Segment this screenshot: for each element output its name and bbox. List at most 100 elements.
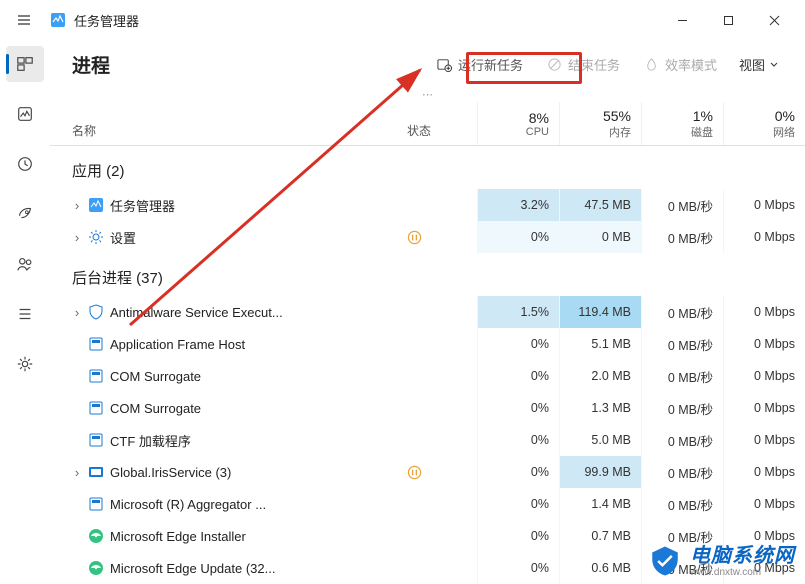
app-title: 任务管理器 xyxy=(74,11,139,30)
net-cell: 0 Mbps xyxy=(723,360,805,392)
net-cell: 0 Mbps xyxy=(723,189,805,221)
net-cell: 0 Mbps xyxy=(723,221,805,253)
sidebar xyxy=(0,40,50,584)
app-icon xyxy=(88,432,104,448)
cpu-cell: 0% xyxy=(477,328,559,360)
mem-pct: 55% xyxy=(603,108,631,124)
table-row[interactable]: Microsoft (R) Aggregator ...0%1.4 MB0 MB… xyxy=(50,488,805,520)
table-row[interactable]: Microsoft Edge Installer0%0.7 MB0 MB/秒0 … xyxy=(50,520,805,552)
disk-cell: 0 MB/秒 xyxy=(641,360,723,392)
mem-cell: 0 MB xyxy=(559,221,641,253)
disk-cell: 0 MB/秒 xyxy=(641,221,723,253)
end-task-button[interactable]: 结束任务 xyxy=(537,49,630,80)
name-cell: ›设置 xyxy=(50,228,407,247)
app-icon xyxy=(88,400,104,416)
sidebar-item-processes[interactable] xyxy=(6,46,44,82)
table-row[interactable]: COM Surrogate0%2.0 MB0 MB/秒0 Mbps xyxy=(50,360,805,392)
col-net[interactable]: 0% 网络 xyxy=(723,102,805,145)
status-cell xyxy=(407,230,477,245)
settings-icon xyxy=(88,229,104,245)
app-icon xyxy=(88,368,104,384)
process-name: Microsoft (R) Aggregator ... xyxy=(110,497,266,512)
col-cpu[interactable]: 8% CPU xyxy=(477,102,559,145)
cpu-cell: 3.2% xyxy=(477,189,559,221)
table-row[interactable]: ›Antimalware Service Execut...1.5%119.4 … xyxy=(50,296,805,328)
process-name: Application Frame Host xyxy=(110,337,245,352)
cpu-cell: 1.5% xyxy=(477,296,559,328)
table-row[interactable]: Microsoft Edge Update (32...0%0.6 MB0 MB… xyxy=(50,552,805,584)
table-row[interactable]: CTF 加载程序0%5.0 MB0 MB/秒0 Mbps xyxy=(50,424,805,456)
end-task-icon xyxy=(547,57,562,72)
sidebar-item-history[interactable] xyxy=(6,146,44,182)
group-header: 后台进程 (37) xyxy=(50,253,805,296)
name-cell: Microsoft (R) Aggregator ... xyxy=(50,496,407,512)
expand-caret[interactable]: › xyxy=(72,305,82,320)
edge-icon xyxy=(88,528,104,544)
name-cell: Microsoft Edge Update (32... xyxy=(50,560,407,576)
table-row[interactable]: Application Frame Host0%5.1 MB0 MB/秒0 Mb… xyxy=(50,328,805,360)
expand-caret[interactable]: › xyxy=(72,465,82,480)
sidebar-item-services[interactable] xyxy=(6,346,44,382)
sidebar-item-startup[interactable] xyxy=(6,196,44,232)
sidebar-item-users[interactable] xyxy=(6,246,44,282)
col-name[interactable]: 名称 xyxy=(50,102,407,145)
process-name: Global.IrisService (3) xyxy=(110,465,231,480)
new-task-label: 运行新任务 xyxy=(458,55,523,74)
new-task-button[interactable]: 运行新任务 xyxy=(427,49,533,80)
disk-cell: 0 MB/秒 xyxy=(641,424,723,456)
process-name: 任务管理器 xyxy=(110,196,175,215)
close-button[interactable] xyxy=(751,4,797,36)
titlebar: 任务管理器 xyxy=(0,0,805,40)
cpu-cell: 0% xyxy=(477,360,559,392)
cpu-cell: 0% xyxy=(477,424,559,456)
minimize-button[interactable] xyxy=(659,4,705,36)
sidebar-item-performance[interactable] xyxy=(6,96,44,132)
expand-caret[interactable]: › xyxy=(72,230,82,245)
page-title: 进程 xyxy=(72,51,110,78)
mem-cell: 1.3 MB xyxy=(559,392,641,424)
table-row[interactable]: ›任务管理器3.2%47.5 MB0 MB/秒0 Mbps xyxy=(50,189,805,221)
efficiency-button[interactable]: 效率模式 xyxy=(634,49,727,80)
col-disk[interactable]: 1% 磁盘 xyxy=(641,102,723,145)
net-cell: 0 Mbps xyxy=(723,552,805,584)
window-controls xyxy=(659,4,797,36)
disk-cell: 0 MB/秒 xyxy=(641,189,723,221)
app-icon xyxy=(88,496,104,512)
process-name: COM Surrogate xyxy=(110,401,201,416)
process-list[interactable]: 应用 (2)›任务管理器3.2%47.5 MB0 MB/秒0 Mbps›设置0%… xyxy=(50,146,805,584)
efficiency-label: 效率模式 xyxy=(665,55,717,74)
end-task-label: 结束任务 xyxy=(568,55,620,74)
process-name: COM Surrogate xyxy=(110,369,201,384)
name-cell: › Antimalware Service Execut... xyxy=(50,304,407,320)
view-button[interactable]: 视图 xyxy=(731,49,787,80)
maximize-button[interactable] xyxy=(705,4,751,36)
chevron-down-icon xyxy=(769,59,779,69)
disk-pct: 1% xyxy=(693,108,713,124)
disk-cell: 0 MB/秒 xyxy=(641,520,723,552)
col-mem[interactable]: 55% 内存 xyxy=(559,102,641,145)
table-row[interactable]: COM Surrogate0%1.3 MB0 MB/秒0 Mbps xyxy=(50,392,805,424)
cpu-cell: 0% xyxy=(477,520,559,552)
net-lbl: 网络 xyxy=(773,124,795,140)
iris-icon xyxy=(88,464,104,480)
mem-cell: 99.9 MB xyxy=(559,456,641,488)
cpu-cell: 0% xyxy=(477,488,559,520)
cpu-cell: 0% xyxy=(477,392,559,424)
net-cell: 0 Mbps xyxy=(723,392,805,424)
table-row[interactable]: ›设置0%0 MB0 MB/秒0 Mbps xyxy=(50,221,805,253)
name-cell: COM Surrogate xyxy=(50,368,407,384)
disk-cell: 0 MB/秒 xyxy=(641,552,723,584)
process-name: Antimalware Service Execut... xyxy=(110,305,283,320)
cpu-lbl: CPU xyxy=(526,126,549,138)
expand-caret[interactable]: › xyxy=(72,198,82,213)
pause-icon xyxy=(407,465,422,480)
disk-lbl: 磁盘 xyxy=(691,124,713,140)
hamburger-menu[interactable] xyxy=(8,4,40,36)
resize-grip[interactable]: ⋯ xyxy=(50,88,805,102)
table-row[interactable]: ›Global.IrisService (3)0%99.9 MB0 MB/秒0 … xyxy=(50,456,805,488)
mem-cell: 5.1 MB xyxy=(559,328,641,360)
net-cell: 0 Mbps xyxy=(723,296,805,328)
col-status[interactable]: 状态 xyxy=(407,102,477,145)
content: 进程 运行新任务 结束任务 效率模式 视图 xyxy=(50,40,805,584)
sidebar-item-details[interactable] xyxy=(6,296,44,332)
